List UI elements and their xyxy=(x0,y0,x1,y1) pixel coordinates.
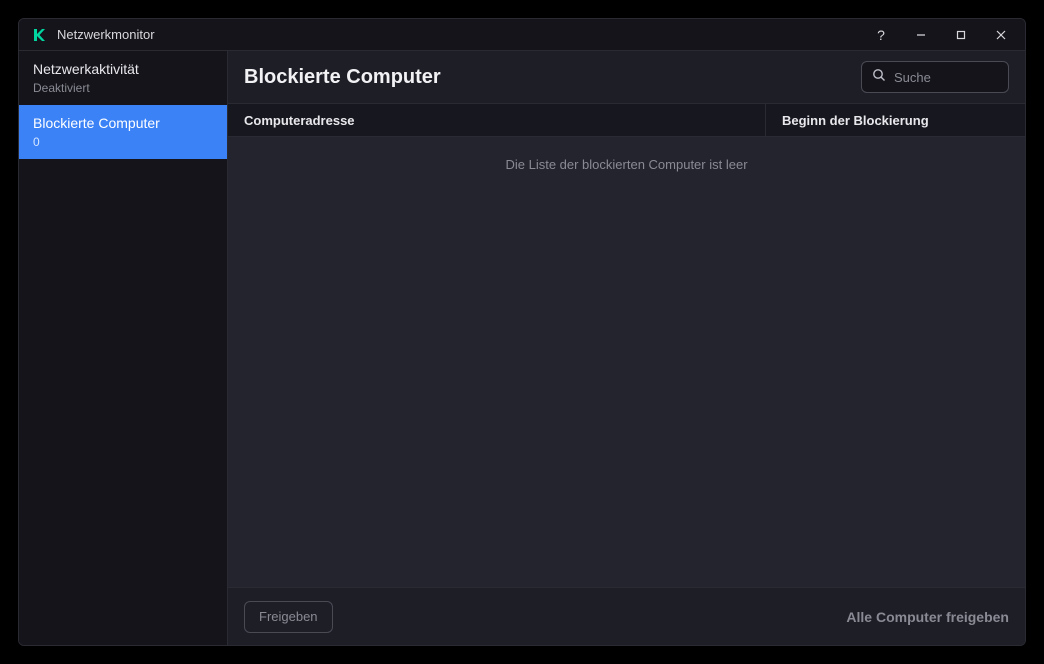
search-icon xyxy=(872,68,886,87)
sidebar: Netzwerkaktivität Deaktiviert Blockierte… xyxy=(19,51,227,645)
table-header: Computeradresse Beginn der Blockierung xyxy=(228,103,1025,137)
sidebar-item-label: Netzwerkaktivität xyxy=(33,61,213,77)
body: Netzwerkaktivität Deaktiviert Blockierte… xyxy=(19,51,1025,645)
sidebar-item-network-activity[interactable]: Netzwerkaktivität Deaktiviert xyxy=(19,51,227,105)
main-header: Blockierte Computer xyxy=(228,51,1025,103)
main-panel: Blockierte Computer Computeradresse Begi… xyxy=(227,51,1025,645)
window-controls: ? xyxy=(861,21,1021,49)
close-button[interactable] xyxy=(981,21,1021,49)
search-input[interactable] xyxy=(894,70,1026,85)
page-title: Blockierte Computer xyxy=(244,66,845,89)
sidebar-item-blocked-computers[interactable]: Blockierte Computer 0 xyxy=(19,105,227,159)
column-header-address[interactable]: Computeradresse xyxy=(228,113,765,128)
app-logo-icon xyxy=(31,27,47,43)
column-header-label: Beginn der Blockierung xyxy=(782,113,929,128)
empty-state-message: Die Liste der blockierten Computer ist l… xyxy=(505,157,747,172)
sidebar-item-sublabel: 0 xyxy=(33,135,213,149)
column-header-blocked-since[interactable]: Beginn der Blockierung xyxy=(765,104,1025,136)
help-button[interactable]: ? xyxy=(861,21,901,49)
app-window: Netzwerkmonitor ? Netzwerkaktivität Deak… xyxy=(18,18,1026,646)
minimize-button[interactable] xyxy=(901,21,941,49)
unblock-button[interactable]: Freigeben xyxy=(244,601,333,633)
sidebar-item-sublabel: Deaktiviert xyxy=(33,81,213,95)
titlebar: Netzwerkmonitor ? xyxy=(19,19,1025,51)
unblock-all-button[interactable]: Alle Computer freigeben xyxy=(846,609,1009,625)
table-body: Die Liste der blockierten Computer ist l… xyxy=(228,137,1025,587)
sidebar-item-label: Blockierte Computer xyxy=(33,115,213,131)
window-title: Netzwerkmonitor xyxy=(57,27,861,42)
maximize-button[interactable] xyxy=(941,21,981,49)
footer: Freigeben Alle Computer freigeben xyxy=(228,587,1025,645)
search-box[interactable] xyxy=(861,61,1009,93)
